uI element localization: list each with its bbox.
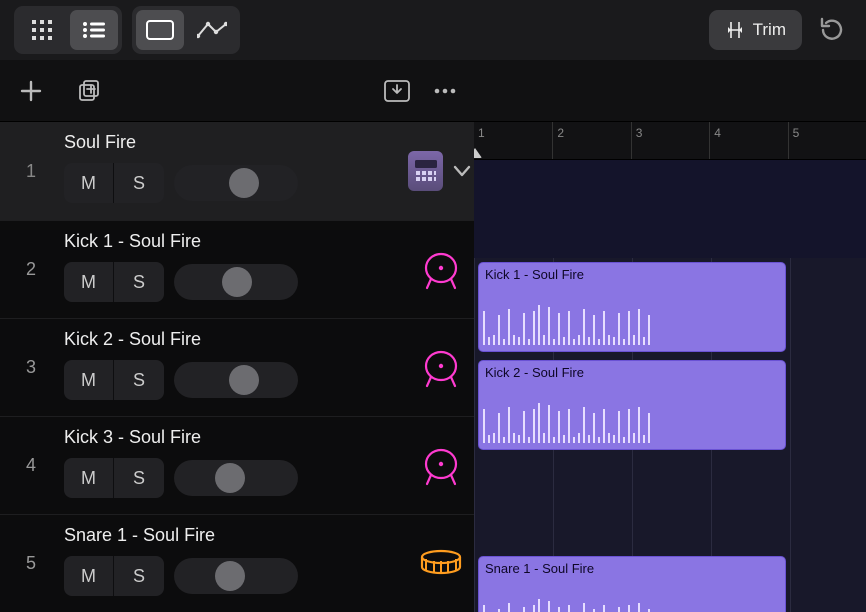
arrangement-area[interactable]: 12345 Kick 1 - Soul Fire Kick 2 - Soul Fi… (474, 122, 866, 612)
mute-solo-group: MS (64, 556, 164, 596)
plus-icon (20, 80, 42, 102)
import-button[interactable] (382, 76, 412, 106)
solo-button[interactable]: S (114, 360, 164, 400)
loop-button[interactable] (812, 10, 852, 50)
expand-button[interactable] (449, 157, 474, 185)
automation-icon (197, 21, 227, 39)
mute-solo-group: MS (64, 458, 164, 498)
trim-button[interactable]: Trim (709, 10, 802, 50)
clip-label: Kick 2 - Soul Fire (479, 361, 785, 382)
list-view-button[interactable] (70, 10, 118, 50)
track-name[interactable]: Soul Fire (64, 132, 408, 153)
volume-knob[interactable] (229, 365, 259, 395)
solo-button[interactable]: S (114, 458, 164, 498)
clip-label: Kick 1 - Soul Fire (479, 263, 785, 284)
trim-label: Trim (753, 20, 786, 40)
solo-button[interactable]: S (114, 556, 164, 596)
arrangement-lane[interactable]: Kick 1 - Soul Fire (474, 258, 866, 356)
region-icon (146, 20, 174, 40)
mute-button[interactable]: M (64, 458, 114, 498)
midi-clip[interactable]: Snare 1 - Soul Fire (478, 556, 786, 612)
midi-clip[interactable]: Kick 2 - Soul Fire (478, 360, 786, 450)
arrangement-lane[interactable]: Snare 1 - Soul Fire (474, 552, 866, 612)
track-name[interactable]: Kick 3 - Soul Fire (64, 427, 408, 448)
track-header-bar (0, 60, 866, 122)
region-view-button[interactable] (136, 10, 184, 50)
track-number: 4 (0, 417, 62, 514)
mute-button[interactable]: M (64, 360, 114, 400)
automation-view-button[interactable] (188, 10, 236, 50)
grid-view-button[interactable] (18, 10, 66, 50)
volume-slider[interactable] (174, 558, 298, 594)
clip-content-icon (483, 401, 781, 443)
track-number: 2 (0, 221, 62, 318)
list-icon (82, 21, 106, 39)
mute-button[interactable]: M (64, 163, 114, 203)
volume-slider[interactable] (174, 165, 298, 201)
loop-icon (818, 16, 846, 44)
track-number: 3 (0, 319, 62, 416)
playhead-start-icon[interactable] (474, 148, 482, 158)
clip-label: Snare 1 - Soul Fire (479, 557, 785, 578)
volume-knob[interactable] (222, 267, 252, 297)
snare-drum-icon (408, 515, 474, 612)
arrangement-lane[interactable] (474, 454, 866, 552)
trim-icon (725, 20, 745, 40)
instrument-tile[interactable] (408, 151, 443, 191)
ruler-bar[interactable]: 4 (709, 122, 787, 159)
ellipsis-icon (433, 86, 457, 96)
ruler-bar[interactable]: 2 (552, 122, 630, 159)
view-mode-group (14, 6, 122, 54)
grid-icon (31, 19, 53, 41)
duplicate-icon (77, 79, 101, 103)
duplicate-track-button[interactable] (74, 76, 104, 106)
track-row[interactable]: 2Kick 1 - Soul Fire MS (0, 220, 474, 318)
kick-drum-icon (408, 221, 474, 318)
track-name[interactable]: Kick 1 - Soul Fire (64, 231, 408, 252)
mute-solo-group: MS (64, 360, 164, 400)
track-number: 5 (0, 515, 62, 612)
kick-drum-icon (408, 319, 474, 416)
ruler-bar[interactable]: 3 (631, 122, 709, 159)
editor-mode-group (132, 6, 240, 54)
time-ruler[interactable]: 12345 (474, 122, 866, 160)
kick-drum-icon (408, 417, 474, 514)
add-track-button[interactable] (16, 76, 46, 106)
volume-slider[interactable] (174, 264, 298, 300)
track-row[interactable]: 5Snare 1 - Soul Fire MS (0, 514, 474, 612)
midi-clip[interactable]: Kick 1 - Soul Fire (478, 262, 786, 352)
track-name[interactable]: Kick 2 - Soul Fire (64, 329, 408, 350)
arrangement-lane[interactable] (474, 160, 866, 258)
volume-knob[interactable] (215, 463, 245, 493)
volume-knob[interactable] (229, 168, 259, 198)
mute-solo-group: MS (64, 163, 164, 203)
mute-button[interactable]: M (64, 556, 114, 596)
track-row[interactable]: 1Soul Fire MS (0, 122, 474, 220)
mute-button[interactable]: M (64, 262, 114, 302)
solo-button[interactable]: S (114, 262, 164, 302)
ruler-bar[interactable]: 1 (474, 122, 552, 159)
volume-slider[interactable] (174, 362, 298, 398)
track-name[interactable]: Snare 1 - Soul Fire (64, 525, 408, 546)
top-toolbar: Trim (0, 0, 866, 60)
import-icon (384, 80, 410, 102)
clip-content-icon (483, 597, 781, 612)
arrangement-lane[interactable]: Kick 2 - Soul Fire (474, 356, 866, 454)
clip-content-icon (483, 303, 781, 345)
solo-button[interactable]: S (114, 163, 164, 203)
track-list: 1Soul FireMS2Kick 1 - Soul FireMS3Kick 2… (0, 122, 474, 612)
volume-knob[interactable] (215, 561, 245, 591)
track-row[interactable]: 4Kick 3 - Soul Fire MS (0, 416, 474, 514)
track-number: 1 (0, 122, 62, 220)
more-button[interactable] (430, 76, 460, 106)
track-row[interactable]: 3Kick 2 - Soul Fire MS (0, 318, 474, 416)
mute-solo-group: MS (64, 262, 164, 302)
volume-slider[interactable] (174, 460, 298, 496)
ruler-bar[interactable]: 5 (788, 122, 866, 159)
